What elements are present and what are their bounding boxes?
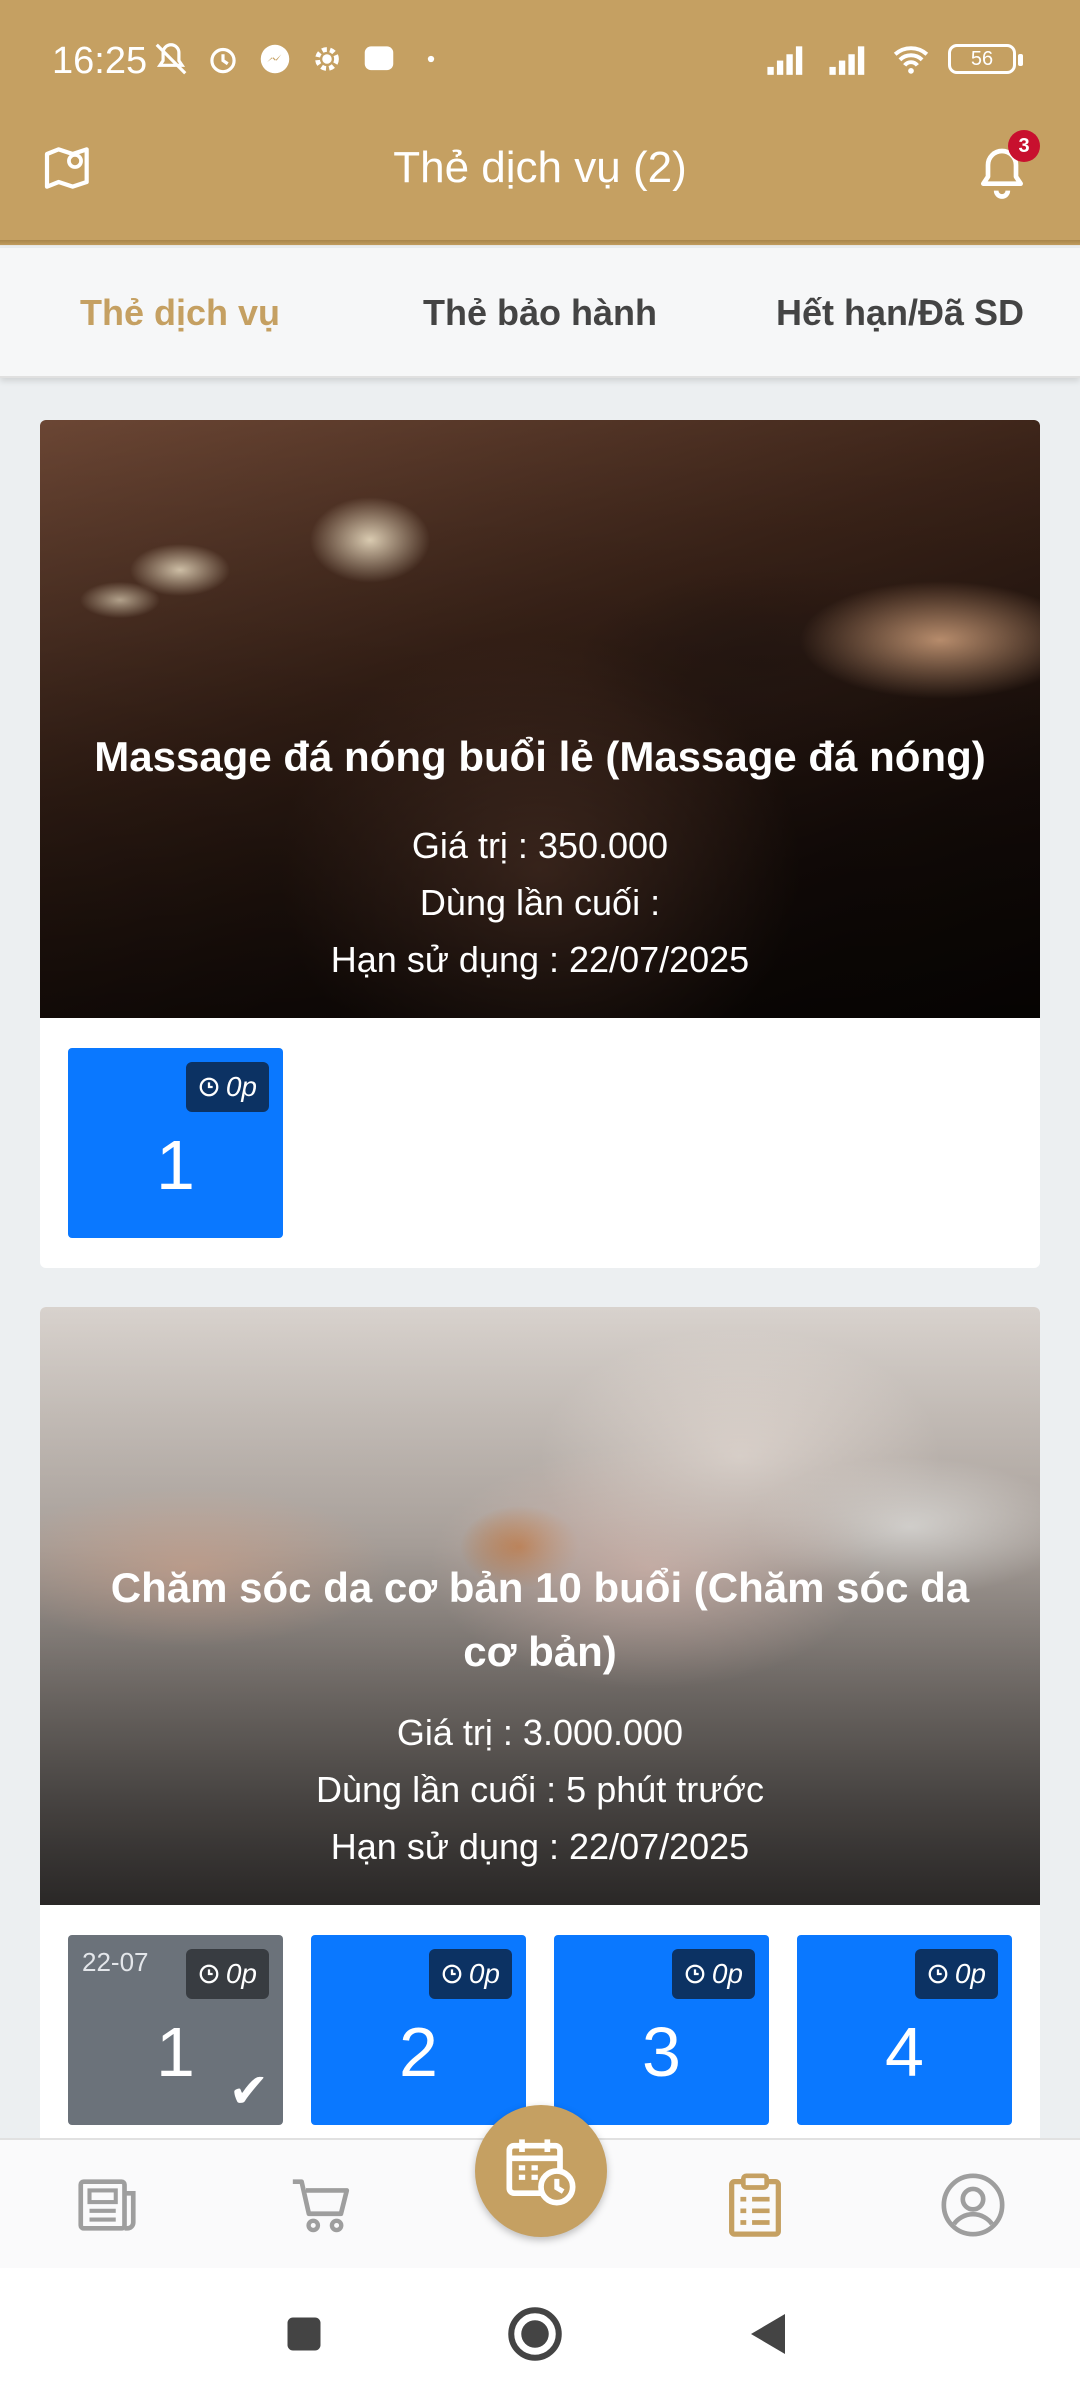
session-number: 1 xyxy=(156,1126,195,1204)
session-tile[interactable]: 0p 3 xyxy=(554,1935,769,2125)
card-last-used: Dùng lần cuối : xyxy=(419,882,661,923)
calendar-clock-icon xyxy=(506,2139,576,2206)
session-timer-text: 0p xyxy=(225,1071,257,1102)
recent-apps-icon[interactable] xyxy=(282,2312,326,2356)
header-shadow xyxy=(0,240,1080,246)
tab-bar: Thẻ dịch vụ Thẻ bảo hành Hết hạn/Đã SD xyxy=(0,248,1080,378)
session-timer-text: 0p xyxy=(954,1958,986,1989)
session-timer: 0p xyxy=(185,1949,269,1999)
cart-icon[interactable] xyxy=(287,2170,357,2240)
session-list: 0p 1 xyxy=(68,1048,283,1238)
tab-service-cards[interactable]: Thẻ dịch vụ xyxy=(0,248,360,376)
session-timer-text: 0p xyxy=(468,1958,500,1989)
card-image: Massage đá nóng buổi lẻ (Massage đá nóng… xyxy=(40,420,1040,1018)
news-icon[interactable] xyxy=(72,2170,142,2240)
card-value: Giá trị : 3.000.000 xyxy=(396,1712,684,1753)
service-card[interactable]: Massage đá nóng buổi lẻ (Massage đá nóng… xyxy=(40,420,1040,1268)
home-icon[interactable] xyxy=(505,2304,565,2364)
alarm-icon xyxy=(210,47,236,74)
booking-fab[interactable] xyxy=(475,2105,607,2237)
session-tile[interactable]: 0p 2 xyxy=(311,1935,526,2125)
session-timer-text: 0p xyxy=(225,1958,257,1989)
back-icon[interactable] xyxy=(745,2308,793,2360)
session-tile-used[interactable]: 22-07 0p 1 ✔ xyxy=(68,1935,283,2125)
tab-warranty-cards[interactable]: Thẻ bảo hành xyxy=(360,248,720,376)
status-icons-left xyxy=(152,40,450,78)
card-last-used: Dùng lần cuối : 5 phút trước xyxy=(316,1769,764,1810)
session-tile[interactable]: 0p 1 xyxy=(68,1048,283,1238)
signal-icon-2 xyxy=(829,46,865,75)
session-timer: 0p xyxy=(914,1949,998,1999)
card-name: Chăm sóc da cơ bản 10 buổi (Chăm sóc da … xyxy=(110,1564,970,1675)
card-info: Massage đá nóng buổi lẻ (Massage đá nóng… xyxy=(80,725,1000,988)
session-date: 22-07 xyxy=(82,1947,149,1977)
status-bar: 16:25 56 xyxy=(0,0,1080,120)
session-tile[interactable]: 0p 4 xyxy=(797,1935,1012,2125)
session-number: 2 xyxy=(399,2013,438,2091)
session-list: 22-07 0p 1 ✔ 0p 2 0p 3 0p 4 xyxy=(68,1935,1012,2125)
session-timer: 0p xyxy=(671,1949,755,1999)
system-nav-bar xyxy=(0,2268,1080,2400)
clock-icon xyxy=(685,1964,705,1984)
status-icons-right: 56 xyxy=(764,40,1023,78)
session-timer-text: 0p xyxy=(711,1958,743,1989)
card-expiry: Hạn sử dụng : 22/07/2025 xyxy=(330,1826,750,1867)
clock-icon xyxy=(928,1964,948,1984)
session-number: 4 xyxy=(885,2013,924,2091)
card-name: Massage đá nóng buổi lẻ (Massage đá nóng… xyxy=(94,733,986,780)
page-title: Thẻ dịch vụ (2) xyxy=(393,143,687,192)
zalo-icon xyxy=(364,46,394,71)
notification-badge: 3 xyxy=(1008,130,1040,162)
messenger-icon xyxy=(260,44,290,74)
settings-icon xyxy=(315,47,339,71)
session-number: 3 xyxy=(642,2013,681,2091)
wifi-icon xyxy=(893,46,929,74)
service-card[interactable]: Chăm sóc da cơ bản 10 buổi (Chăm sóc da … xyxy=(40,1307,1040,2207)
tab-expired-used[interactable]: Hết hạn/Đã SD xyxy=(720,248,1080,376)
session-timer: 0p xyxy=(185,1062,269,1112)
user-circle-icon[interactable] xyxy=(938,2170,1008,2240)
clock-icon xyxy=(442,1964,462,1984)
card-info: Chăm sóc da cơ bản 10 buổi (Chăm sóc da … xyxy=(80,1556,1000,1875)
clipboard-list-icon[interactable] xyxy=(720,2170,790,2240)
notification-button[interactable]: 3 xyxy=(964,130,1040,206)
session-timer: 0p xyxy=(428,1949,512,1999)
mute-icon xyxy=(155,43,187,75)
clock-icon xyxy=(199,1077,219,1097)
status-time: 16:25 xyxy=(52,40,148,82)
check-icon: ✔ xyxy=(228,2065,269,2118)
dot-icon xyxy=(427,55,435,63)
app-header: 16:25 56 Thẻ dịch vụ (2) 3 xyxy=(0,0,1080,245)
clock-icon xyxy=(199,1964,219,1984)
battery-indicator: 56 xyxy=(948,44,1023,74)
card-image: Chăm sóc da cơ bản 10 buổi (Chăm sóc da … xyxy=(40,1307,1040,1905)
card-expiry: Hạn sử dụng : 22/07/2025 xyxy=(330,939,750,980)
card-value: Giá trị : 350.000 xyxy=(411,825,669,866)
signal-icon xyxy=(767,46,803,75)
